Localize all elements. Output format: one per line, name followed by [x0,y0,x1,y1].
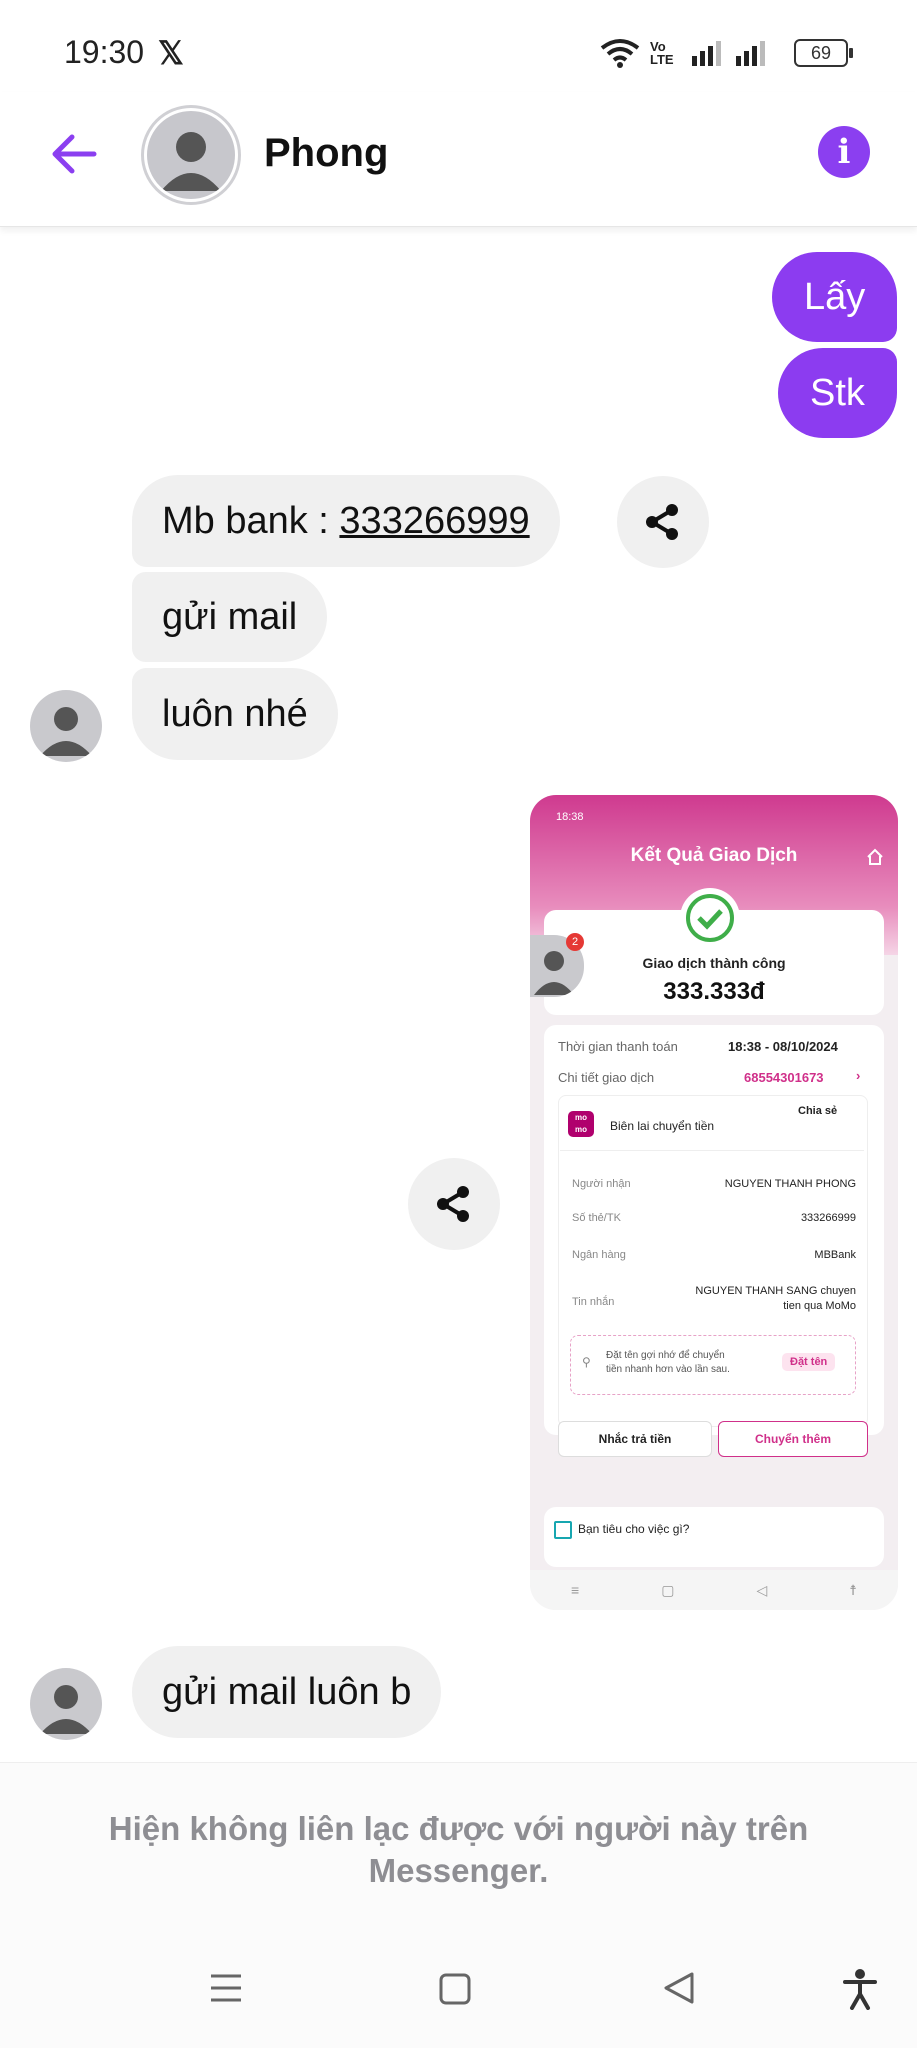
person-icon [40,1685,92,1734]
pay-time-label: Thời gian thanh toán [558,1039,678,1054]
back-nav-icon[interactable] [662,1970,696,2006]
battery-icon: 69 [794,39,853,67]
name-button: Đặt tên [782,1353,836,1371]
receiver-label: Người nhận [572,1178,631,1190]
home-button-icon[interactable] [438,1972,472,2006]
signal-icon [692,41,721,66]
share-receipt-button: Chia sẻ [798,1105,838,1117]
transaction-amount: 333.333đ [663,978,765,1005]
spending-question: Bạn tiêu cho việc gì? [578,1522,690,1536]
transfer-more-label: Chuyển thêm [754,1432,831,1446]
spending-card [544,1507,884,1567]
contact-avatar[interactable] [144,108,238,202]
detail-label: Chi tiết giao dịch [558,1070,655,1085]
calendar-icon [554,1521,572,1539]
x-app-icon: 𝕏 [158,35,184,71]
share-button[interactable] [408,1158,500,1250]
location-pin-icon: ⚲ [582,1355,591,1369]
transaction-status: Giao dịch thành công [642,955,786,971]
receipt-title: Biên lai chuyển tiền [610,1119,715,1133]
remind-button: Nhắc trả tiền [558,1421,712,1457]
status-time: 19:30 [64,34,145,70]
message-text: Lấy [804,276,866,318]
unavailable-notice: Hiện không liên lạc được với người này t… [60,1808,857,1892]
accessibility-icon: ☨ [849,1581,857,1598]
transaction-screenshot[interactable]: 18:38 Kết Quả Giao Dịch 2 Giao dịch thàn… [530,795,898,1610]
account-label: Số thẻ/TK [572,1212,621,1224]
message-text: Stk [810,372,865,414]
message-bubble-outgoing[interactable]: Stk [778,348,897,438]
detail-value: 68554301673 [744,1070,824,1085]
home-icon [867,848,883,865]
unavailable-line-1: Hiện không liên lạc được với người này t… [108,1810,809,1847]
share-button[interactable] [617,476,709,568]
message-bubble-incoming[interactable]: Mb bank : 333266999 [132,475,560,567]
lte-icon: Vo LTE [650,39,674,67]
menu-icon: ≡ [571,1582,580,1598]
share-icon [646,504,678,540]
message-text: luôn nhé [162,693,308,735]
person-icon [161,132,221,191]
unavailable-line-2: Messenger. [368,1852,549,1889]
message-value-2: tien qua MoMo [783,1300,856,1312]
receiver-value: NGUYEN THANH PHONG [724,1178,856,1190]
account-number-link[interactable]: 333266999 [339,498,529,544]
accessibility-icon[interactable] [842,1968,878,2010]
battery-level: 69 [810,42,832,63]
bank-value: MBBank [814,1249,856,1261]
message-label: Tin nhắn [572,1296,615,1308]
message-bubble-incoming[interactable]: gửi mail [132,572,328,662]
person-icon [40,707,92,756]
sender-avatar[interactable] [30,1668,102,1740]
message-bubble-outgoing[interactable]: Lấy [772,252,898,342]
back-triangle-icon: ◁ [756,1581,768,1598]
transfer-more-button: Chuyển thêm [718,1421,868,1457]
sender-avatar[interactable] [30,690,102,762]
message-bubble-incoming[interactable]: gửi mail luôn b [132,1646,442,1738]
back-arrow-icon[interactable] [44,124,104,184]
share-icon [437,1186,469,1222]
contact-name[interactable]: Phong [264,131,388,176]
wifi-icon [600,39,640,68]
chat-head-badge: 2 [566,933,584,951]
divider [560,1150,864,1151]
message-value-1: NGUYEN THANH SANG chuyen [695,1285,856,1297]
hint-line-2: tiền nhanh hơn vào lần sau. [606,1364,730,1375]
message-bubble-incoming[interactable]: luôn nhé [132,668,338,760]
detail-chevron-icon: › [856,1068,861,1083]
pay-time-value: 18:38 - 08/10/2024 [728,1039,838,1054]
message-text: gửi mail luôn b [162,1671,412,1713]
momo-logo: mo mo [568,1111,594,1137]
status-icons: Vo LTE 69 [600,36,853,70]
screenshot-title: Kết Quả Giao Dịch [630,845,798,866]
screenshot-nav-bar: ≡ ▢ ◁ ☨ [530,1570,898,1610]
message-text: Mb bank : [162,500,340,542]
hint-line-1: Đặt tên gợi nhớ để chuyển [606,1350,725,1361]
message-text: gửi mail [162,596,298,638]
recent-apps-icon[interactable] [208,1972,244,2004]
signal-icon-2 [736,41,765,66]
screenshot-time: 18:38 [556,811,584,823]
chat-header [0,92,917,227]
bank-label: Ngân hàng [572,1249,626,1261]
home-square-icon: ▢ [661,1581,675,1598]
info-icon[interactable]: i [818,126,870,178]
account-value: 333266999 [800,1212,856,1224]
success-check-icon [680,888,740,948]
remind-button-label: Nhắc trả tiền [598,1432,672,1446]
